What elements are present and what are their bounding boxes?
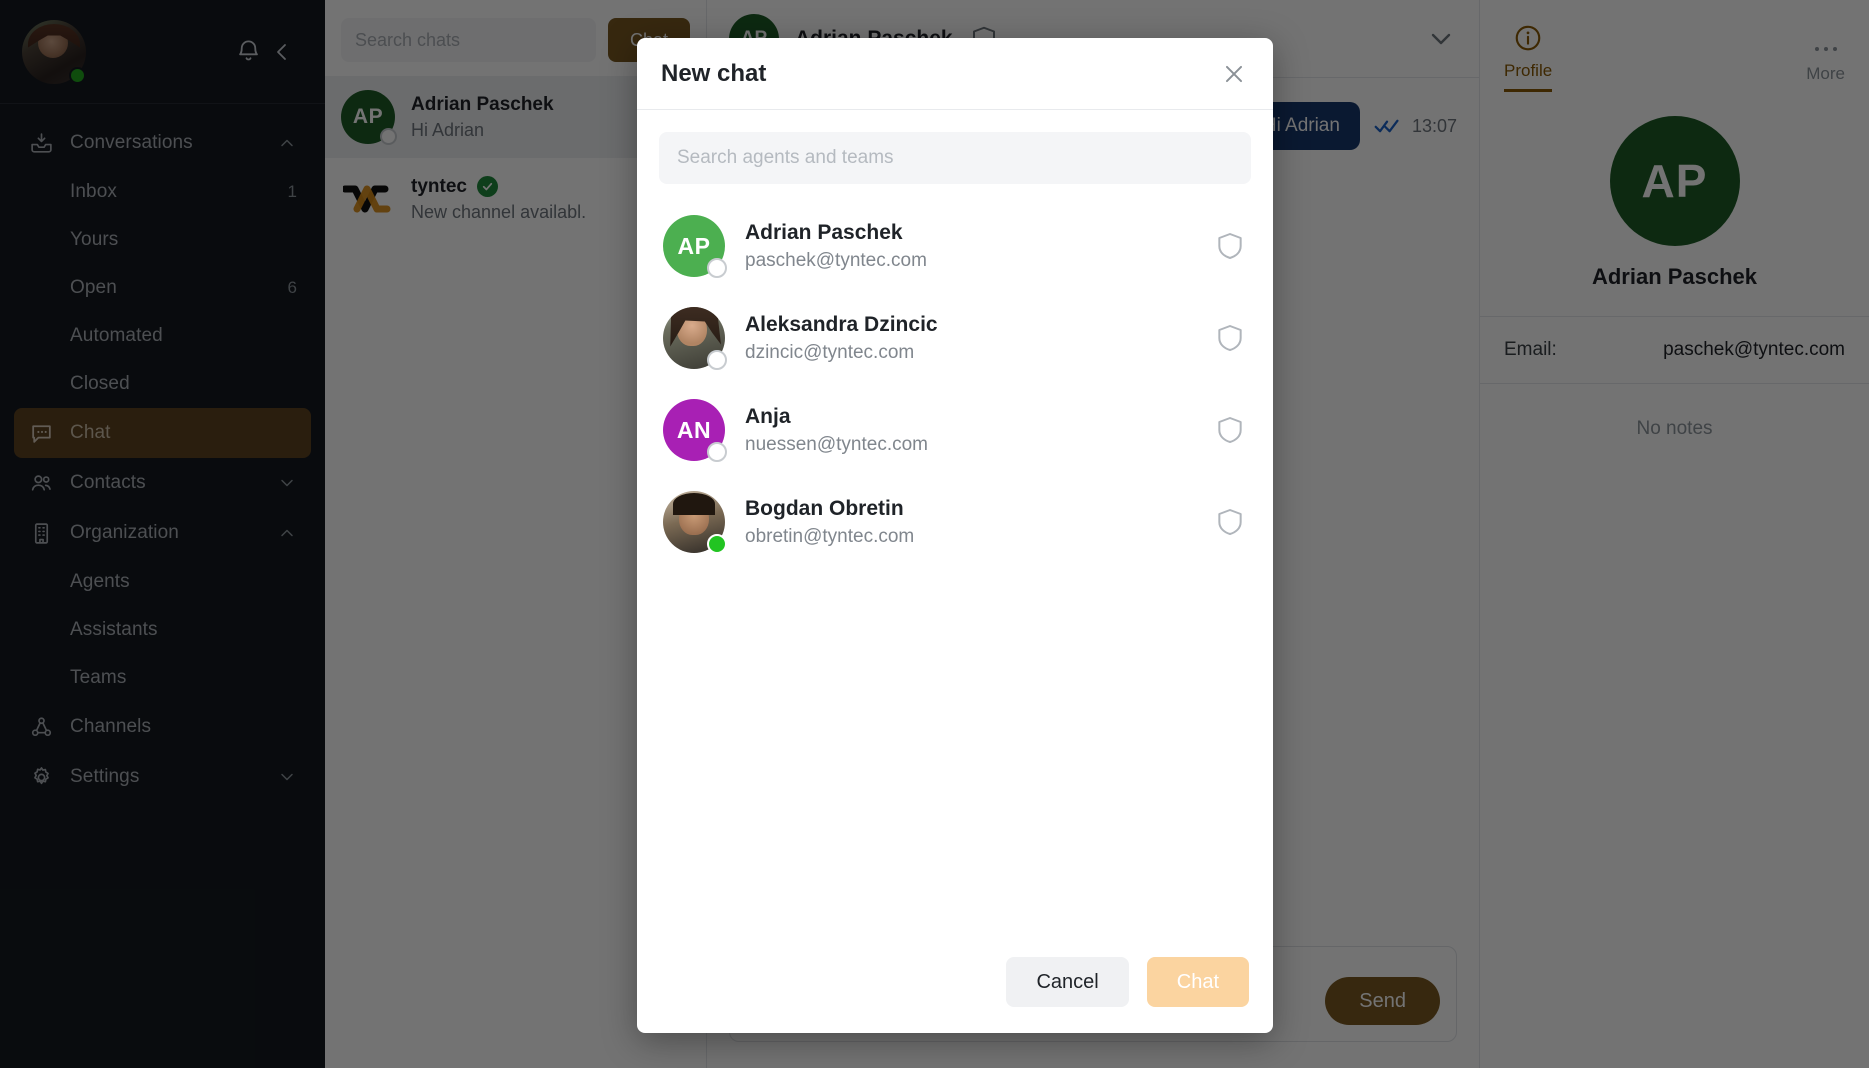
shield-icon[interactable] bbox=[1213, 413, 1247, 447]
status-indicator-online bbox=[707, 534, 727, 554]
cancel-button[interactable]: Cancel bbox=[1006, 957, 1129, 1007]
agent-email: paschek@tyntec.com bbox=[745, 249, 927, 271]
agent-email: obretin@tyntec.com bbox=[745, 525, 915, 547]
avatar: AP bbox=[663, 215, 727, 278]
agent-name: Bogdan Obretin bbox=[745, 496, 904, 520]
status-indicator-offline bbox=[707, 258, 727, 278]
search-agents-input[interactable] bbox=[659, 132, 1251, 184]
agent-list-item[interactable]: Aleksandra Dzincic dzincic@tyntec.com bbox=[637, 292, 1273, 384]
confirm-chat-button[interactable]: Chat bbox=[1146, 957, 1249, 1007]
agent-name: Aleksandra Dzincic bbox=[745, 312, 938, 336]
new-chat-dialog: New chat AP Adrian Paschek paschek@tynte… bbox=[637, 38, 1273, 1033]
shield-icon[interactable] bbox=[1213, 505, 1247, 539]
agent-texts: Anja nuessen@tyntec.com bbox=[745, 405, 1193, 456]
close-icon[interactable] bbox=[1219, 59, 1249, 89]
agent-list: AP Adrian Paschek paschek@tyntec.com Ale… bbox=[637, 194, 1273, 939]
dialog-search-wrap bbox=[637, 110, 1273, 194]
agent-name: Anja bbox=[745, 404, 791, 428]
dialog-header: New chat bbox=[637, 38, 1273, 110]
app-root: Conversations Inbox 1 Yours Ope bbox=[0, 0, 1869, 1068]
agent-list-item[interactable]: Bogdan Obretin obretin@tyntec.com bbox=[637, 476, 1273, 568]
agent-list-item[interactable]: AP Adrian Paschek paschek@tyntec.com bbox=[637, 200, 1273, 292]
agent-texts: Adrian Paschek paschek@tyntec.com bbox=[745, 221, 1193, 272]
avatar bbox=[663, 307, 727, 370]
agent-email: nuessen@tyntec.com bbox=[745, 433, 928, 455]
agent-texts: Bogdan Obretin obretin@tyntec.com bbox=[745, 497, 1193, 548]
shield-icon[interactable] bbox=[1213, 321, 1247, 355]
agent-texts: Aleksandra Dzincic dzincic@tyntec.com bbox=[745, 313, 1193, 364]
dialog-title: New chat bbox=[661, 59, 767, 87]
status-indicator-offline bbox=[707, 350, 727, 370]
status-indicator-offline bbox=[707, 442, 727, 462]
agent-email: dzincic@tyntec.com bbox=[745, 341, 915, 363]
dialog-footer: Cancel Chat bbox=[637, 939, 1273, 1033]
avatar: AN bbox=[663, 399, 727, 462]
shield-icon[interactable] bbox=[1213, 229, 1247, 263]
agent-name: Adrian Paschek bbox=[745, 220, 903, 244]
agent-list-item[interactable]: AN Anja nuessen@tyntec.com bbox=[637, 384, 1273, 476]
avatar bbox=[663, 491, 727, 554]
